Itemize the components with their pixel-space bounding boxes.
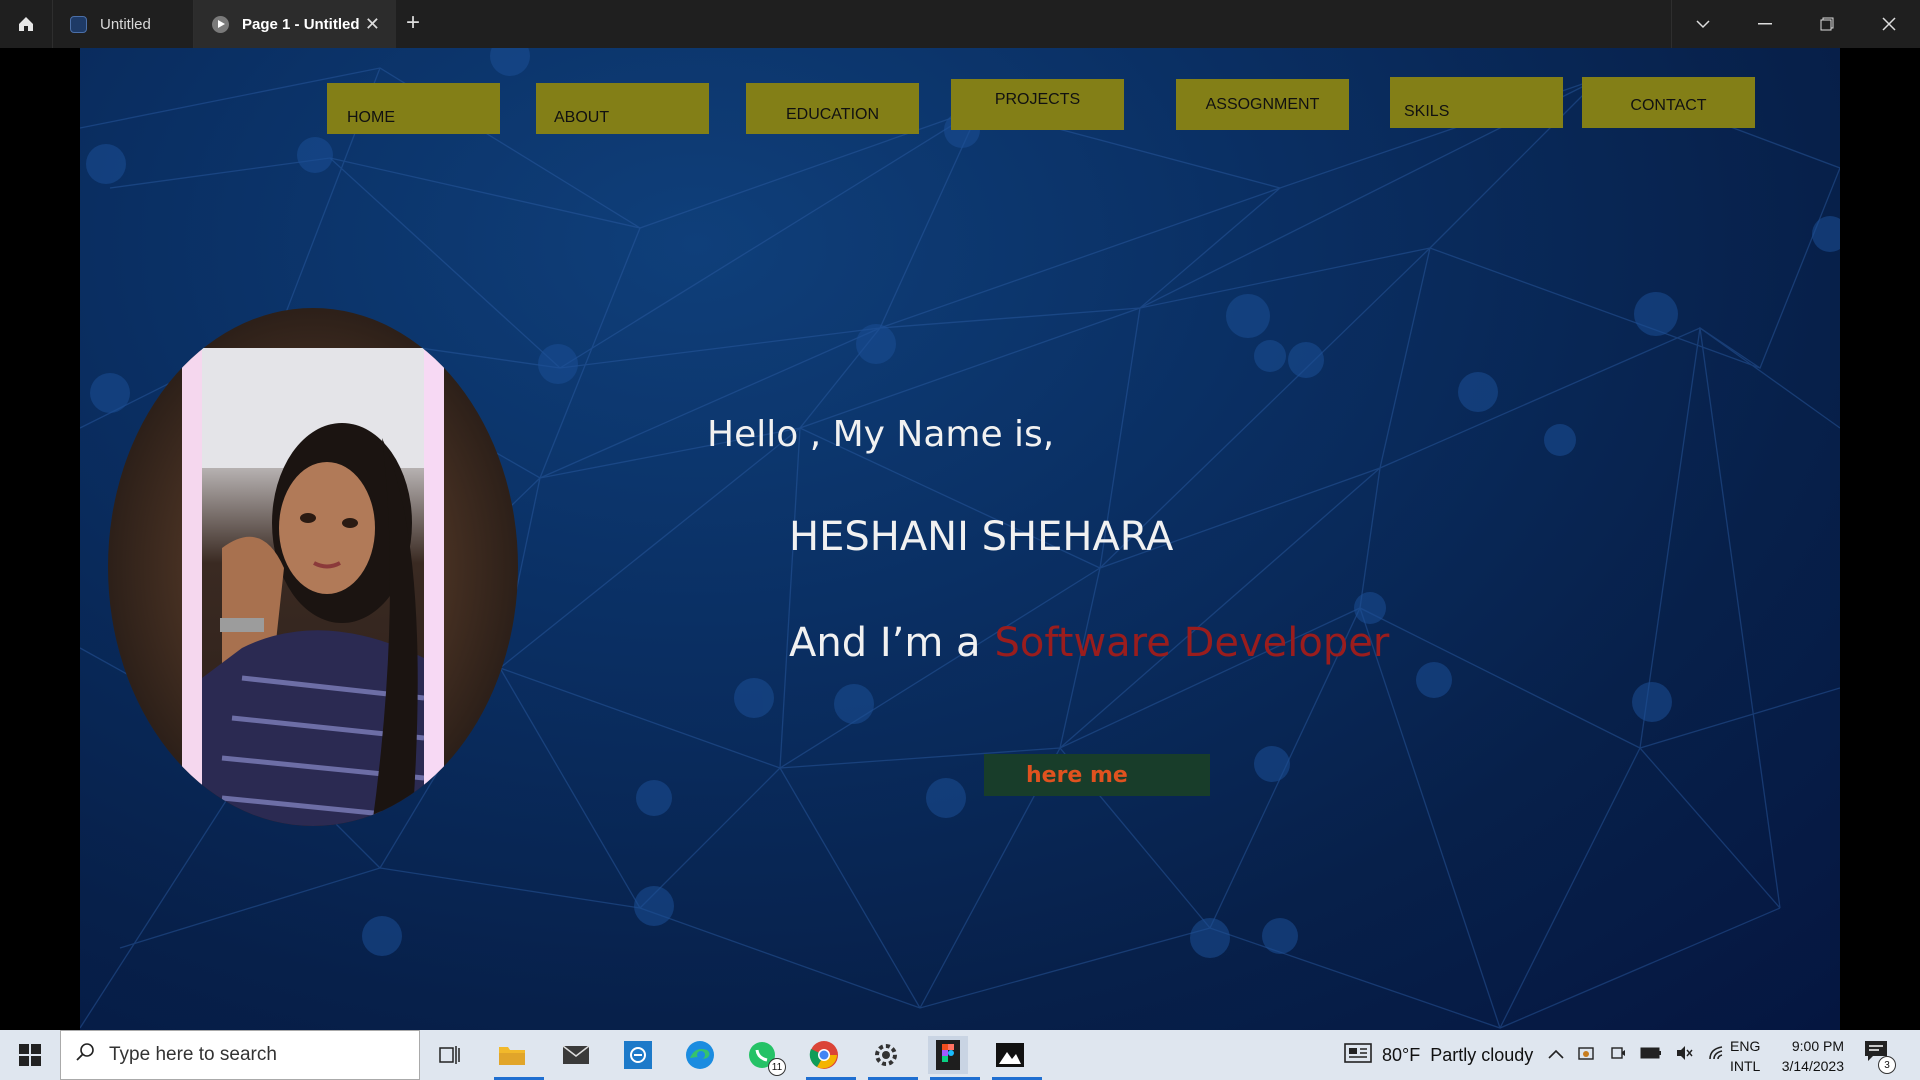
meet-icon[interactable] bbox=[1578, 1045, 1596, 1066]
title-bar: Untitled Page 1 - Untitled ✕ + bbox=[0, 0, 1920, 48]
task-view-icon[interactable] bbox=[430, 1036, 470, 1074]
mail-icon[interactable] bbox=[556, 1036, 596, 1074]
taskbar: Type here to search 11 80°F Partly cloud… bbox=[0, 1030, 1920, 1080]
tab-untitled[interactable]: Untitled bbox=[52, 0, 194, 48]
role-line: And I’m a Software Developer bbox=[789, 620, 1389, 666]
lang-bottom: INTL bbox=[1730, 1058, 1761, 1074]
whatsapp-icon[interactable]: 11 bbox=[742, 1036, 786, 1076]
edge-icon[interactable] bbox=[680, 1036, 720, 1074]
volume-muted-icon[interactable] bbox=[1676, 1045, 1694, 1066]
notification-badge: 3 bbox=[1878, 1056, 1896, 1074]
figma-icon[interactable] bbox=[928, 1036, 980, 1080]
app-blue-icon[interactable] bbox=[618, 1036, 658, 1074]
home-icon[interactable] bbox=[0, 0, 53, 48]
photo-image bbox=[202, 348, 425, 826]
nav-skils[interactable]: SKILS bbox=[1390, 77, 1563, 128]
clock-date: 3/14/2023 bbox=[1781, 1058, 1844, 1074]
role-accent: Software Developer bbox=[994, 620, 1390, 666]
play-icon bbox=[212, 15, 229, 33]
file-explorer-icon[interactable] bbox=[492, 1036, 544, 1080]
minimize-icon[interactable] bbox=[1734, 0, 1796, 48]
whatsapp-badge: 11 bbox=[768, 1058, 786, 1076]
nav-about[interactable]: ABOUT bbox=[536, 83, 709, 134]
file-icon bbox=[70, 15, 87, 33]
search-placeholder: Type here to search bbox=[109, 1044, 277, 1065]
tab-label: Page 1 - Untitled bbox=[242, 15, 360, 33]
hire-me-button[interactable]: here me bbox=[984, 754, 1210, 796]
canvas-viewport: HOME ABOUT EDUCATION PROJECTS ASSOGNMENT… bbox=[0, 48, 1920, 1030]
new-tab-button[interactable]: + bbox=[406, 9, 420, 37]
battery-icon[interactable] bbox=[1640, 1046, 1662, 1064]
chevron-up-icon[interactable] bbox=[1548, 1046, 1564, 1064]
chevron-down-icon[interactable] bbox=[1672, 0, 1734, 48]
settings-icon[interactable] bbox=[866, 1036, 918, 1080]
search-icon bbox=[75, 1042, 95, 1068]
photos-icon[interactable] bbox=[990, 1036, 1042, 1080]
photo-border-left bbox=[182, 348, 202, 826]
clock[interactable]: 9:00 PM 3/14/2023 bbox=[1770, 1036, 1844, 1076]
close-icon[interactable] bbox=[1858, 0, 1920, 48]
close-tab-icon[interactable]: ✕ bbox=[365, 14, 380, 35]
weather-text: Partly cloudy bbox=[1430, 1044, 1534, 1065]
language-indicator[interactable]: ENG INTL bbox=[1730, 1036, 1760, 1076]
system-tray bbox=[1548, 1030, 1728, 1080]
nav-projects[interactable]: PROJECTS bbox=[951, 79, 1124, 130]
greeting-text: Hello , My Name is, bbox=[707, 414, 1055, 455]
nav-home[interactable]: HOME bbox=[327, 83, 500, 134]
photo-border-right bbox=[424, 348, 444, 826]
wifi-icon[interactable] bbox=[1708, 1045, 1728, 1066]
lang-top: ENG bbox=[1730, 1038, 1761, 1054]
camera-icon[interactable] bbox=[1610, 1045, 1626, 1066]
news-icon bbox=[1344, 1042, 1372, 1068]
profile-photo bbox=[108, 308, 518, 826]
tab-page-1[interactable]: Page 1 - Untitled ✕ bbox=[194, 0, 396, 48]
chrome-icon[interactable] bbox=[804, 1036, 856, 1080]
windows-start-icon[interactable] bbox=[0, 1030, 60, 1080]
window-controls bbox=[1671, 0, 1920, 48]
clock-time: 9:00 PM bbox=[1791, 1038, 1844, 1054]
weather-widget[interactable]: 80°F Partly cloudy bbox=[1344, 1030, 1533, 1080]
restore-icon[interactable] bbox=[1796, 0, 1858, 48]
taskbar-search[interactable]: Type here to search bbox=[60, 1030, 420, 1080]
nav-education[interactable]: EDUCATION bbox=[746, 83, 919, 134]
tab-label: Untitled bbox=[100, 15, 151, 33]
notifications-icon[interactable]: 3 bbox=[1864, 1040, 1896, 1074]
nav-contact[interactable]: CONTACT bbox=[1582, 77, 1755, 128]
portfolio-page: HOME ABOUT EDUCATION PROJECTS ASSOGNMENT… bbox=[80, 48, 1840, 1030]
person-name: HESHANI SHEHARA bbox=[789, 514, 1174, 560]
role-prefix: And I’m a bbox=[789, 620, 981, 666]
nav-assognment[interactable]: ASSOGNMENT bbox=[1176, 79, 1349, 130]
weather-temp: 80°F bbox=[1382, 1044, 1421, 1065]
